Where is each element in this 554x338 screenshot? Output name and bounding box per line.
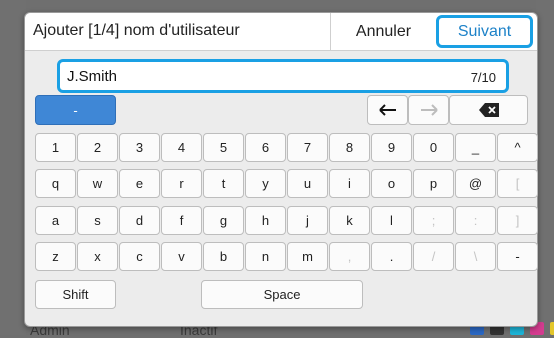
- key-row4-4[interactable]: b: [203, 242, 244, 271]
- key-row1-11[interactable]: ^: [497, 133, 538, 162]
- key-row4-11[interactable]: -: [497, 242, 538, 271]
- key-row2-10[interactable]: @: [455, 169, 496, 198]
- dialog-title: Ajouter [1/4] nom d'utilisateur: [33, 22, 240, 39]
- key-row2-1[interactable]: w: [77, 169, 118, 198]
- space-key[interactable]: Space: [201, 280, 363, 309]
- key-row2-8[interactable]: o: [371, 169, 412, 198]
- key-row3-3[interactable]: f: [161, 206, 202, 235]
- key-row4-3[interactable]: v: [161, 242, 202, 271]
- key-row1-4[interactable]: 5: [203, 133, 244, 162]
- key-row2-11[interactable]: [: [497, 169, 538, 198]
- key-row2-0[interactable]: q: [35, 169, 76, 198]
- key-row3-0[interactable]: a: [35, 206, 76, 235]
- key-row4-0[interactable]: z: [35, 242, 76, 271]
- character-counter: 7/10: [470, 70, 496, 85]
- backspace-icon: [478, 103, 499, 117]
- key-row3-7[interactable]: k: [329, 206, 370, 235]
- key-row2-7[interactable]: i: [329, 169, 370, 198]
- key-row3-1[interactable]: s: [77, 206, 118, 235]
- key-row1-9[interactable]: 0: [413, 133, 454, 162]
- key-row4-2[interactable]: c: [119, 242, 160, 271]
- key-row1-10[interactable]: _: [455, 133, 496, 162]
- key-row1-7[interactable]: 8: [329, 133, 370, 162]
- key-row2-5[interactable]: y: [245, 169, 286, 198]
- arrow-right-icon: [420, 104, 438, 116]
- key-row2-9[interactable]: p: [413, 169, 454, 198]
- key-row1-5[interactable]: 6: [245, 133, 286, 162]
- next-button[interactable]: Suivant: [436, 15, 533, 48]
- key-row4-10[interactable]: \: [455, 242, 496, 271]
- background-app-left: [0, 0, 26, 335]
- key-row1-2[interactable]: 3: [119, 133, 160, 162]
- key-row3-8[interactable]: l: [371, 206, 412, 235]
- key-row3-11[interactable]: ]: [497, 206, 538, 235]
- backspace-key[interactable]: [449, 95, 528, 125]
- username-input[interactable]: J.Smith 7/10: [57, 59, 509, 93]
- background-app-right: [536, 0, 554, 335]
- key-row4-8[interactable]: .: [371, 242, 412, 271]
- key-row2-4[interactable]: t: [203, 169, 244, 198]
- arrow-right-key[interactable]: [408, 95, 449, 125]
- key-row1-8[interactable]: 9: [371, 133, 412, 162]
- key-row4-7[interactable]: ,: [329, 242, 370, 271]
- key-row1-6[interactable]: 7: [287, 133, 328, 162]
- key-row3-9[interactable]: ;: [413, 206, 454, 235]
- arrow-left-icon: [378, 104, 396, 116]
- key-row4-1[interactable]: x: [77, 242, 118, 271]
- cancel-button[interactable]: Annuler: [330, 13, 436, 50]
- key-row1-0[interactable]: 1: [35, 133, 76, 162]
- key-row2-6[interactable]: u: [287, 169, 328, 198]
- username-value: J.Smith: [67, 68, 118, 85]
- username-dialog: Ajouter [1/4] nom d'utilisateur Annuler …: [24, 12, 538, 327]
- key-row3-10[interactable]: :: [455, 206, 496, 235]
- key-row3-4[interactable]: g: [203, 206, 244, 235]
- key-row4-5[interactable]: n: [245, 242, 286, 271]
- key-row4-6[interactable]: m: [287, 242, 328, 271]
- shift-key[interactable]: Shift: [35, 280, 116, 309]
- key-row3-2[interactable]: d: [119, 206, 160, 235]
- key-row3-6[interactable]: j: [287, 206, 328, 235]
- key-row1-3[interactable]: 4: [161, 133, 202, 162]
- key-row4-9[interactable]: /: [413, 242, 454, 271]
- dialog-header: Ajouter [1/4] nom d'utilisateur Annuler …: [25, 13, 537, 51]
- key-row2-2[interactable]: e: [119, 169, 160, 198]
- arrow-left-key[interactable]: [367, 95, 408, 125]
- key-row2-3[interactable]: r: [161, 169, 202, 198]
- keyboard-mode-key[interactable]: -: [35, 95, 116, 125]
- key-row3-5[interactable]: h: [245, 206, 286, 235]
- key-row1-1[interactable]: 2: [77, 133, 118, 162]
